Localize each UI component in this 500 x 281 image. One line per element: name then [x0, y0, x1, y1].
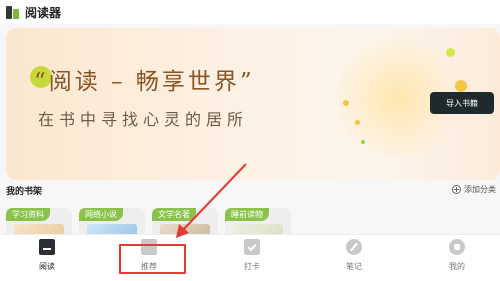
nav-label: 笔记 — [346, 262, 362, 271]
nav-item-mine[interactable]: 我的 — [427, 239, 487, 279]
category-tag: 网络小说 — [79, 208, 123, 221]
plus-circle-icon — [452, 185, 461, 194]
nav-label: 阅读 — [39, 262, 55, 271]
annotation-highlight-box — [119, 244, 186, 274]
app-logo-icon — [6, 5, 20, 19]
nav-item-notes[interactable]: 笔记 — [324, 239, 384, 279]
category-tag: 学习资料 — [6, 208, 50, 221]
calendar-check-icon — [244, 239, 260, 255]
add-category-label: 添加分类 — [464, 185, 496, 194]
decor-dot — [355, 120, 360, 125]
app-title: 阅读器 — [25, 5, 62, 20]
nav-label: 我的 — [449, 262, 465, 271]
banner-subtitle: 在书中寻找心灵的居所 — [38, 110, 249, 129]
book-icon — [39, 239, 55, 255]
add-category-button[interactable]: 添加分类 — [452, 184, 496, 195]
nav-item-read[interactable]: 阅读 — [17, 239, 77, 279]
import-books-button[interactable]: 导入书籍 — [430, 92, 494, 114]
app-header: 阅读器 — [0, 0, 500, 24]
bottom-nav: 阅读 推荐 打卡 笔记 我的 — [0, 234, 500, 281]
shelf-title: 我的书架 — [6, 187, 43, 197]
decor-dot — [446, 48, 455, 57]
nav-label: 打卡 — [244, 262, 260, 271]
category-tag: 睡前读物 — [225, 208, 269, 221]
decor-dot — [343, 100, 349, 106]
decor-dot — [361, 140, 365, 144]
promo-banner[interactable]: “阅读 – 畅享世界” 在书中寻找心灵的居所 导入书籍 — [6, 28, 500, 180]
pen-icon — [346, 239, 362, 255]
profile-icon — [449, 239, 465, 255]
nav-item-checkin[interactable]: 打卡 — [222, 239, 282, 279]
decor-dot — [455, 80, 467, 92]
category-tag: 文学名著 — [152, 208, 196, 221]
banner-headline: “阅读 – 畅享世界” — [34, 69, 255, 95]
